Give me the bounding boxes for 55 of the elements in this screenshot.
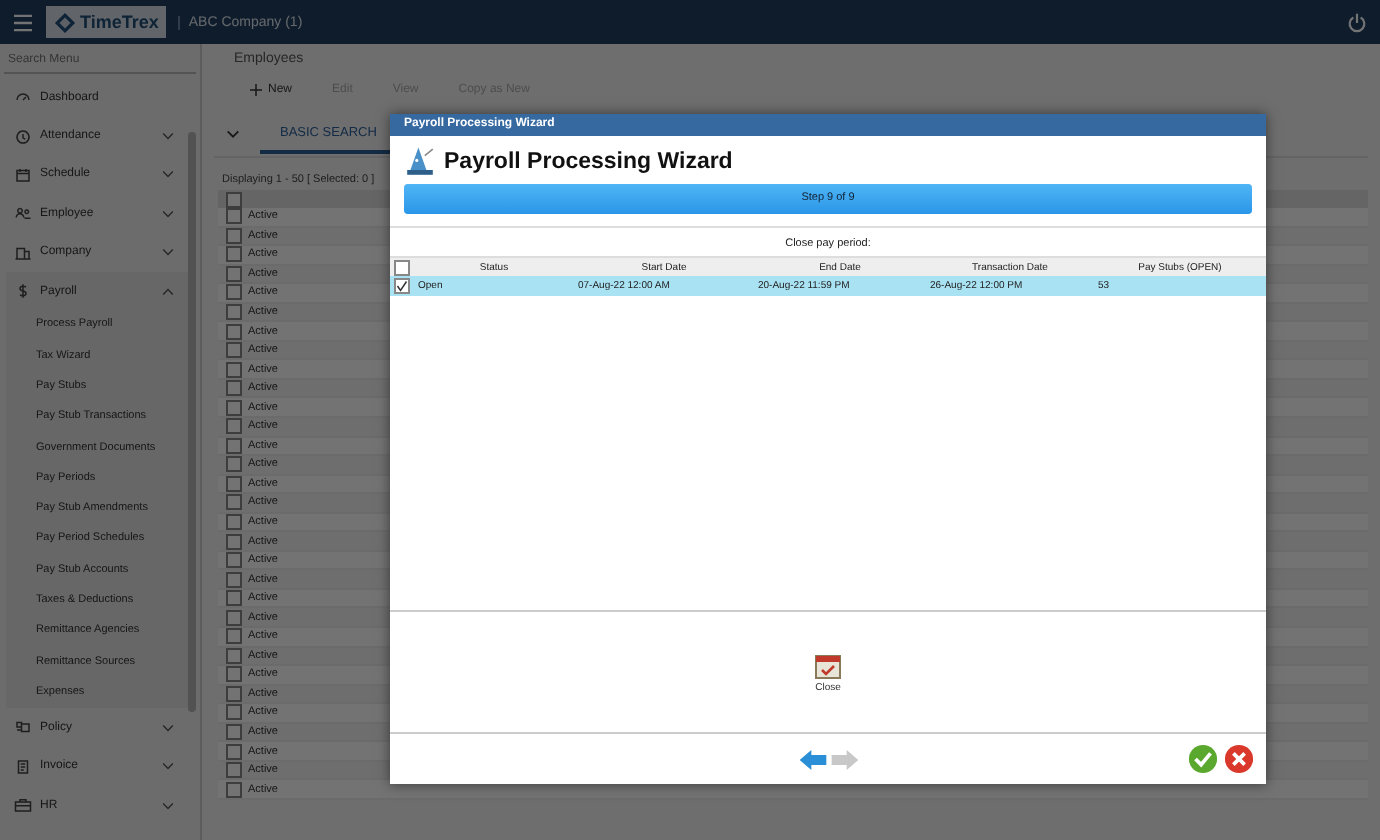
checkbox[interactable] [226, 494, 242, 511]
checkbox[interactable] [226, 342, 242, 359]
diamond-logo-icon [54, 11, 76, 33]
menu-item-icon [14, 127, 32, 146]
checkbox[interactable] [226, 590, 242, 607]
checkbox[interactable] [226, 743, 242, 760]
checkbox[interactable] [226, 456, 242, 473]
checkbox[interactable] [226, 762, 242, 779]
menu-item-icon [14, 796, 32, 815]
chevron-icon [162, 170, 174, 179]
checkbox[interactable] [226, 609, 242, 626]
collapse-chevron-icon[interactable] [226, 130, 240, 138]
menu-item-icon [14, 282, 32, 301]
chevron-icon [162, 287, 174, 296]
chevron-icon [162, 801, 174, 810]
checkbox[interactable] [226, 571, 242, 588]
checkbox[interactable] [226, 781, 242, 798]
checkbox[interactable] [226, 514, 242, 531]
checkbox[interactable] [226, 418, 242, 435]
cancel-x-icon[interactable] [1224, 744, 1254, 774]
checkbox[interactable] [394, 259, 410, 275]
checkbox[interactable] [226, 304, 242, 320]
checkbox[interactable] [226, 323, 242, 340]
checkbox[interactable] [226, 380, 242, 397]
dialog-heading: Payroll Processing Wizard [444, 150, 733, 174]
menu-item-icon [14, 718, 32, 737]
wizard-hat-icon [404, 146, 436, 178]
checkbox[interactable] [226, 704, 242, 721]
chevron-icon [162, 723, 174, 732]
chevron-icon [162, 248, 174, 257]
menu-icon[interactable] [12, 13, 34, 31]
menu-item-icon [14, 243, 32, 262]
back-arrow-icon[interactable] [797, 747, 827, 771]
checkbox[interactable] [226, 361, 242, 378]
menu-item-icon [14, 757, 32, 776]
checkbox[interactable] [226, 666, 242, 683]
checkbox[interactable] [226, 191, 242, 207]
chevron-icon [162, 132, 174, 141]
logo-text: TimeTrex [80, 12, 159, 32]
menu-item-icon [14, 165, 32, 184]
menu-item-icon [14, 204, 32, 223]
checkbox[interactable] [226, 246, 242, 263]
ok-check-icon[interactable] [1188, 744, 1218, 774]
plus-icon [250, 84, 262, 96]
chevron-icon [162, 209, 174, 218]
checkbox[interactable] [226, 399, 242, 416]
checkbox[interactable] [394, 278, 410, 294]
checkbox[interactable] [226, 533, 242, 550]
checkbox[interactable] [226, 284, 242, 301]
power-icon[interactable] [1346, 11, 1368, 33]
chevron-icon [162, 762, 174, 771]
checkbox[interactable] [226, 724, 242, 741]
checkbox[interactable] [226, 552, 242, 569]
checkbox[interactable] [226, 628, 242, 645]
checkbox[interactable] [226, 208, 242, 225]
